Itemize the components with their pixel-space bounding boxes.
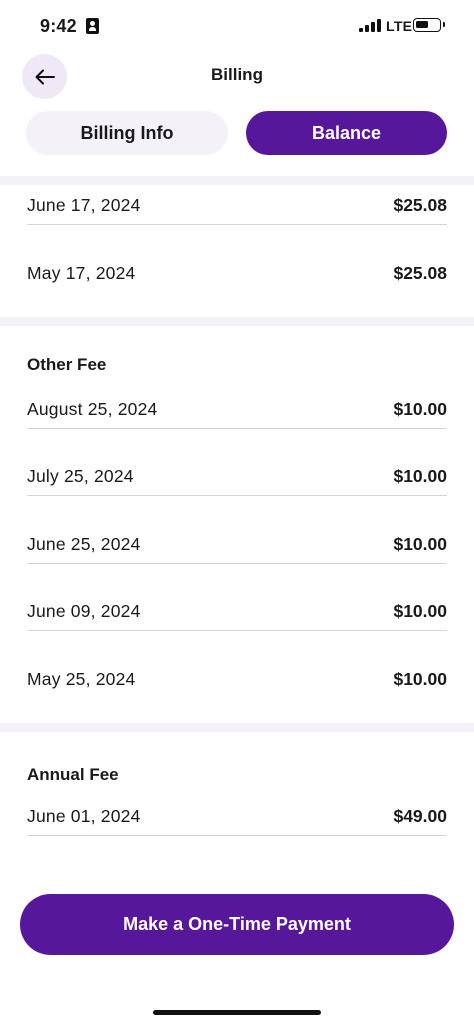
list-item: May 17, 2024 $25.08 — [0, 244, 474, 317]
row-divider — [27, 562, 447, 564]
list-item: May 25, 2024 $10.00 — [0, 650, 474, 723]
list-item: June 25, 2024 $10.00 — [0, 515, 474, 583]
page-title: Billing — [211, 65, 263, 84]
list-item: July 25, 2024 $10.00 — [0, 447, 474, 515]
charge-date: July 25, 2024 — [27, 466, 134, 486]
battery-icon — [413, 18, 445, 32]
home-indicator[interactable] — [153, 1010, 321, 1015]
signal-strength-icon — [359, 19, 381, 32]
list-item: August 25, 2024 $10.00 — [0, 380, 474, 448]
recent-charges-section: June 17, 2024 $25.08 May 17, 2024 $25.08 — [0, 176, 474, 317]
charge-amount: $25.08 — [393, 195, 447, 215]
row-divider — [27, 427, 447, 429]
make-payment-button[interactable]: Make a One-Time Payment — [20, 894, 454, 955]
charge-amount: $10.00 — [393, 466, 447, 486]
charge-amount: $10.00 — [393, 668, 447, 689]
list-item: June 17, 2024 $25.08 — [0, 176, 474, 244]
charge-date: June 09, 2024 — [27, 601, 141, 621]
charge-date: June 17, 2024 — [27, 195, 141, 215]
row-divider — [27, 495, 447, 496]
tab-billing-info[interactable]: Billing Info — [26, 111, 228, 155]
section-heading: Other Fee — [27, 354, 107, 374]
charge-amount: $10.00 — [393, 601, 447, 621]
contact-card-icon — [86, 18, 99, 34]
charge-date: June 01, 2024 — [27, 805, 141, 826]
status-time: 9:42 — [40, 16, 77, 36]
charge-amount: $25.08 — [393, 262, 447, 283]
tab-balance[interactable]: Balance — [246, 111, 447, 155]
charge-date: May 25, 2024 — [27, 668, 136, 689]
row-divider — [27, 224, 447, 225]
section-divider — [0, 316, 474, 326]
annual-fee-section: Annual Fee June 01, 2024 $49.00 — [0, 732, 474, 855]
section-divider — [0, 722, 474, 732]
charge-date: August 25, 2024 — [27, 398, 158, 419]
status-bar: 9:42 LTE — [0, 0, 474, 52]
charge-amount: $49.00 — [393, 805, 447, 826]
balance-list: June 17, 2024 $25.08 May 17, 2024 $25.08… — [0, 176, 474, 854]
charge-date: June 25, 2024 — [27, 533, 141, 554]
row-divider — [27, 834, 447, 836]
section-heading: Annual Fee — [27, 764, 119, 784]
charge-amount: $10.00 — [393, 398, 447, 419]
network-type: LTE — [386, 18, 413, 34]
other-fee-section: Other Fee August 25, 2024 $10.00 July 25… — [0, 326, 474, 723]
row-divider — [27, 630, 447, 631]
charge-amount: $10.00 — [393, 533, 447, 554]
list-item: June 09, 2024 $10.00 — [0, 582, 474, 650]
list-item: June 01, 2024 $49.00 — [0, 787, 474, 855]
charge-date: May 17, 2024 — [27, 262, 136, 283]
